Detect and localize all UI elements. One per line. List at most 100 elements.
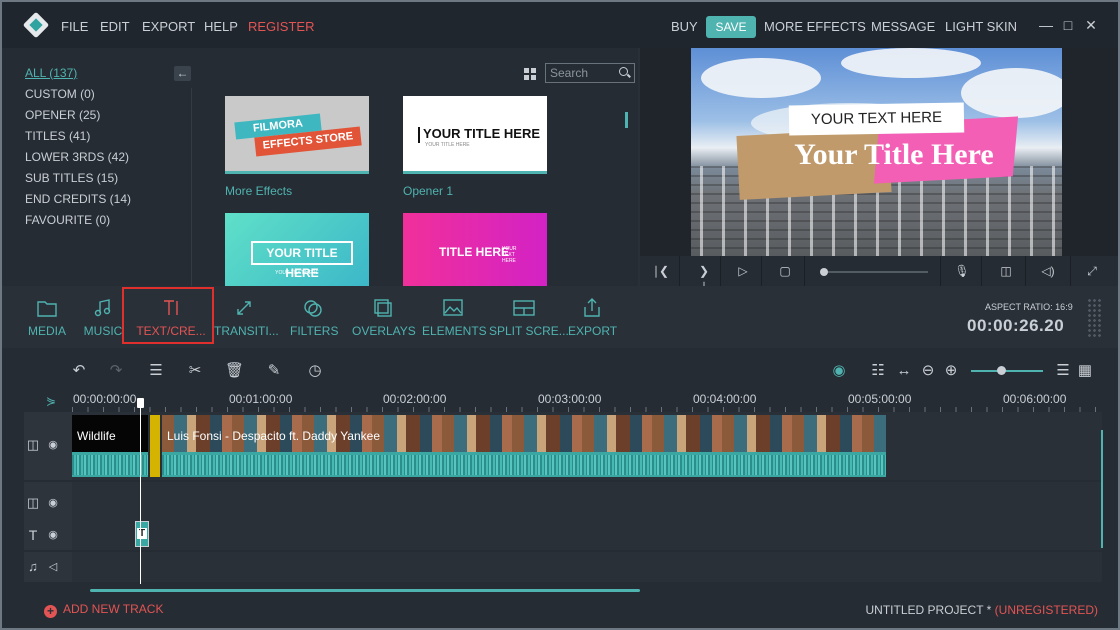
menu-export[interactable]: EXPORT [142,19,195,34]
pip-film-icon: ◫ [26,495,40,510]
thumb-more-effects[interactable]: FILMORA EFFECTS STORE [225,96,369,174]
grid-view-icon[interactable]: ▦ [1076,362,1094,380]
tool-filters[interactable]: FILTERS [290,298,338,340]
text-clip[interactable]: T [135,521,149,547]
minimize-icon[interactable]: — [1038,16,1054,34]
search-icon[interactable] [619,67,628,76]
clip-wildlife[interactable]: Wildlife [72,415,148,477]
category-sub-titles[interactable]: SUB TITLES (15) [25,171,131,192]
edit-icon[interactable]: ✎ [265,362,283,380]
buy-link[interactable]: BUY [671,19,698,34]
thumb-label-more-effects[interactable]: More Effects [225,184,292,198]
text-track[interactable] [72,520,1102,550]
zoom-out-icon[interactable]: ⊖ [919,362,937,380]
panel-resize-handle[interactable] [1087,298,1101,338]
thumb-text: TITLE HERE [439,245,510,259]
thumb-title-green[interactable]: YOUR TITLE HERE YOUR TEXT HERE [225,213,369,287]
export-icon [581,298,603,318]
eye-icon[interactable]: ◉ [44,494,62,512]
tool-media[interactable]: MEDIA [26,298,68,340]
menu-edit[interactable]: EDIT [100,19,130,34]
overlay-title-text: Your Title Here [794,138,994,171]
maximize-icon[interactable]: □ [1060,16,1076,34]
add-new-track-button[interactable]: + ADD NEW TRACK [44,602,163,618]
folder-icon [36,298,58,318]
category-opener[interactable]: OPENER (25) [25,108,131,129]
redo-icon[interactable]: ↷ [107,362,125,380]
fullscreen-icon[interactable]: ⤢ [1084,263,1100,279]
track-header-video: ◫ ◉ [24,412,72,480]
overlays-icon [372,298,394,318]
light-skin-link[interactable]: LIGHT SKIN [945,19,1017,34]
menu-help[interactable]: HELP [204,19,238,34]
track-header-pip: ◫ ◉ [24,482,72,524]
tool-transitions[interactable]: TRANSITI... [214,298,279,340]
audio-track[interactable] [72,552,1102,582]
timeline-hscrollbar[interactable] [90,589,640,592]
playhead-handle[interactable] [137,398,144,408]
eye-icon[interactable]: ◉ [44,436,62,454]
list-view-icon[interactable]: ☰ [1054,362,1072,380]
main-toolbar: MEDIA MUSIC TEXT/CRE... TRANSITI... FILT… [2,286,1118,348]
category-list: ALL (137) CUSTOM (0) OPENER (25) TITLES … [25,66,131,234]
snap-icon[interactable]: ⋟ [42,392,60,410]
overlay-small-text: YOUR TEXT HERE [810,108,943,129]
timeline-ruler[interactable]: 00:00:00:00 00:01:00:00 00:02:00:00 00:0… [72,392,1102,412]
category-lower-3rds[interactable]: LOWER 3RDS (42) [25,150,131,171]
category-end-credits[interactable]: END CREDITS (14) [25,192,131,213]
pip-track[interactable] [72,482,1102,524]
category-custom[interactable]: CUSTOM (0) [25,87,131,108]
undo-icon[interactable]: ↶ [70,362,88,380]
thumb-text: YOUR TITLE HERE [251,241,353,280]
transition-marker[interactable] [150,415,160,477]
menu-file[interactable]: FILE [61,19,88,34]
duration-icon[interactable]: ◷ [306,362,324,380]
timecode: 00:00:26.20 [967,316,1065,335]
tool-split-screen[interactable]: SPLIT SCRE... [489,298,569,340]
zoom-in-icon[interactable]: ⊕ [942,362,960,380]
snapshot-icon[interactable]: ◫ [998,263,1014,279]
close-icon[interactable]: ✕ [1083,16,1099,34]
tool-overlays[interactable]: OVERLAYS [352,298,416,340]
thumb-title-pink[interactable]: TITLE HERE YOUR TEXT HERE [403,213,547,287]
zoom-slider[interactable] [971,366,1043,375]
adjust-icon[interactable]: ☰ [147,362,165,380]
thumb-label-opener-1[interactable]: Opener 1 [403,184,453,198]
category-favourite[interactable]: FAVOURITE (0) [25,213,131,234]
audio-mixer-icon[interactable]: ☷ [869,362,887,380]
thumb-opener-1[interactable]: YOUR TITLE HERE YOUR TITLE HERE [403,96,547,174]
cut-icon[interactable]: ✂ [186,362,204,380]
speaker-icon[interactable]: ◁ [44,558,62,576]
clip-despacito[interactable]: Luis Fonsi - Despacito ft. Daddy Yankee [162,415,886,477]
category-titles[interactable]: TITLES (41) [25,129,131,150]
timeline-vscrollbar[interactable] [1101,430,1103,548]
message-link[interactable]: MESSAGE [871,19,935,34]
microphone-icon[interactable]: 🎙 [954,263,970,279]
thumb-text: YOUR TITLE HERE [423,126,541,141]
collapse-arrow-icon[interactable]: ← [174,66,191,81]
more-effects-link[interactable]: MORE EFFECTS [764,19,866,34]
render-preview-icon[interactable]: ◉ [830,362,848,380]
playhead[interactable] [140,402,141,584]
skip-start-icon[interactable]: ∣❮ [653,263,669,279]
save-button[interactable]: SAVE [706,16,756,38]
stop-icon[interactable]: ▢ [777,263,793,279]
volume-icon[interactable]: ◁) [1040,263,1056,279]
menu-register[interactable]: REGISTER [248,19,314,34]
overlay-white-box: YOUR TEXT HERE [788,102,965,136]
delete-icon[interactable]: 🗑 [225,362,244,380]
tool-export[interactable]: EXPORT [568,298,617,340]
grid-view-icon[interactable] [524,68,536,80]
eye-icon[interactable]: ◉ [44,526,62,544]
category-all[interactable]: ALL (137) [25,66,131,87]
playback-slider[interactable] [820,268,928,276]
play-icon[interactable]: ▷ [735,263,751,279]
text-tool-highlight [122,287,214,344]
preview-video[interactable]: YOUR TEXT HERE Your Title Here [691,48,1062,256]
step-back-icon[interactable]: ❯∣ [696,263,712,294]
tool-music[interactable]: MUSIC [83,298,123,340]
tool-elements[interactable]: ELEMENTS [422,298,487,340]
library-scrollbar[interactable] [625,112,628,128]
menubar: FILE EDIT EXPORT HELP REGISTER BUY SAVE … [2,2,1118,48]
fit-timeline-icon[interactable]: ↔ [895,362,913,380]
